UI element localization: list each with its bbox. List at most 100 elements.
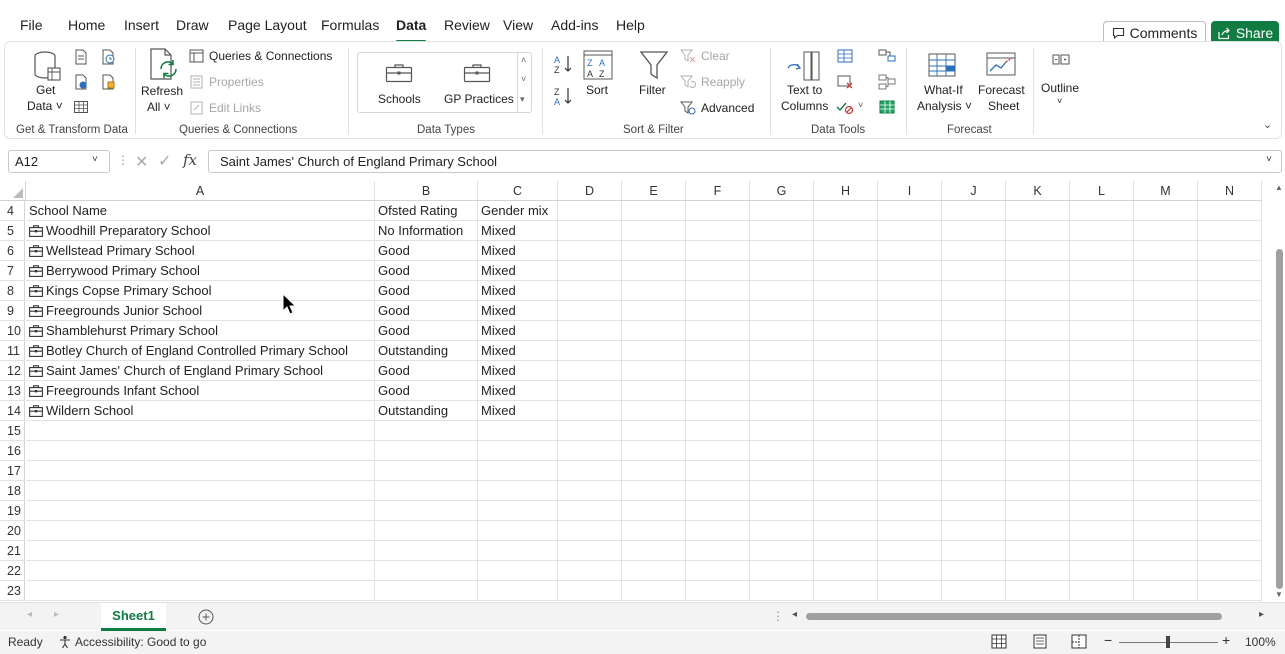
empty-cell[interactable] <box>375 421 478 441</box>
column-header-a[interactable]: A <box>26 181 375 201</box>
empty-cell[interactable] <box>814 401 878 421</box>
empty-cell[interactable] <box>750 281 814 301</box>
remove-duplicates-icon[interactable] <box>836 74 854 90</box>
empty-cell[interactable] <box>878 461 942 481</box>
school-data-type-icon[interactable] <box>29 265 43 277</box>
empty-cell[interactable] <box>686 261 750 281</box>
empty-cell[interactable] <box>1070 201 1134 221</box>
empty-cell[interactable] <box>1134 201 1198 221</box>
empty-cell[interactable] <box>1198 241 1262 261</box>
empty-cell[interactable] <box>1070 301 1134 321</box>
empty-cell[interactable] <box>814 561 878 581</box>
empty-cell[interactable] <box>558 381 622 401</box>
clear-filter-button[interactable]: Clear <box>680 49 730 63</box>
row-header-19[interactable]: 19 <box>0 501 25 521</box>
worksheet-grid[interactable]: ABCDEFGHIJKLMN 4 School Name Ofsted Rating… <box>0 181 1273 601</box>
empty-cell[interactable] <box>686 241 750 261</box>
empty-cell[interactable] <box>942 481 1006 501</box>
empty-cell[interactable] <box>1006 421 1070 441</box>
recent-sources-icon[interactable] <box>100 49 116 65</box>
empty-cell[interactable] <box>1070 321 1134 341</box>
empty-cell[interactable] <box>814 301 878 321</box>
empty-cell[interactable] <box>750 341 814 361</box>
from-text-icon[interactable] <box>73 49 89 65</box>
school-data-type-icon[interactable] <box>29 305 43 317</box>
empty-cell[interactable] <box>750 381 814 401</box>
empty-cell[interactable] <box>1134 501 1198 521</box>
empty-cell[interactable] <box>26 561 375 581</box>
properties-button[interactable]: Properties <box>189 75 264 89</box>
empty-cell[interactable] <box>1006 581 1070 601</box>
empty-cell[interactable] <box>1134 481 1198 501</box>
empty-cell[interactable] <box>1134 301 1198 321</box>
empty-cell[interactable] <box>1006 521 1070 541</box>
empty-cell[interactable] <box>1198 321 1262 341</box>
empty-cell[interactable] <box>1198 561 1262 581</box>
page-layout-view-icon[interactable] <box>1032 634 1048 649</box>
data-model-icon[interactable] <box>878 99 896 115</box>
row-header-4[interactable]: 4 <box>0 201 25 221</box>
empty-cell[interactable] <box>622 221 686 241</box>
empty-cell[interactable] <box>1198 421 1262 441</box>
empty-cell[interactable] <box>878 501 942 521</box>
empty-cell[interactable] <box>814 281 878 301</box>
get-data-button[interactable] <box>32 48 62 87</box>
empty-cell[interactable] <box>26 481 375 501</box>
empty-cell[interactable] <box>814 581 878 601</box>
empty-cell[interactable] <box>558 461 622 481</box>
table-cell-a[interactable]: Saint James' Church of England Primary S… <box>26 361 375 381</box>
empty-cell[interactable] <box>1070 481 1134 501</box>
empty-cell[interactable] <box>942 221 1006 241</box>
reapply-button[interactable]: Reapply <box>680 75 745 89</box>
table-cell-a[interactable]: Freegrounds Infant School <box>26 381 375 401</box>
table-cell-a[interactable]: Woodhill Preparatory School <box>26 221 375 241</box>
empty-cell[interactable] <box>622 461 686 481</box>
school-data-type-icon[interactable] <box>29 285 43 297</box>
data-validation-icon[interactable] <box>836 99 854 115</box>
empty-cell[interactable] <box>1134 541 1198 561</box>
empty-cell[interactable] <box>1070 241 1134 261</box>
consolidate-icon[interactable] <box>878 48 896 64</box>
empty-cell[interactable] <box>1134 561 1198 581</box>
zoom-level[interactable]: 100% <box>1245 635 1276 649</box>
filter-button[interactable]: Filter <box>636 48 672 106</box>
empty-cell[interactable] <box>558 341 622 361</box>
empty-cell[interactable] <box>686 581 750 601</box>
empty-cell[interactable] <box>622 401 686 421</box>
empty-cell[interactable] <box>558 361 622 381</box>
empty-cell[interactable] <box>1006 221 1070 241</box>
schools-data-type-button[interactable]: Schools <box>359 54 439 110</box>
empty-cell[interactable] <box>686 401 750 421</box>
select-all-corner[interactable] <box>0 181 26 201</box>
empty-cell[interactable] <box>814 381 878 401</box>
empty-cell[interactable] <box>1198 481 1262 501</box>
empty-cell[interactable] <box>622 321 686 341</box>
column-header-g[interactable]: G <box>750 181 814 201</box>
column-header-j[interactable]: J <box>942 181 1006 201</box>
tab-split-grip-icon[interactable]: ⋮ <box>772 609 784 623</box>
empty-cell[interactable] <box>814 421 878 441</box>
column-header-d[interactable]: D <box>558 181 622 201</box>
table-cell-b[interactable]: Good <box>375 241 478 261</box>
formula-input[interactable]: Saint James' Church of England Primary S… <box>208 150 1282 173</box>
empty-cell[interactable] <box>686 561 750 581</box>
school-data-type-icon[interactable] <box>29 365 43 377</box>
empty-cell[interactable] <box>622 301 686 321</box>
empty-cell[interactable] <box>478 421 558 441</box>
empty-cell[interactable] <box>750 581 814 601</box>
gallery-down-icon[interactable]: ˅ <box>521 74 526 84</box>
empty-cell[interactable] <box>1070 561 1134 581</box>
empty-cell[interactable] <box>814 441 878 461</box>
empty-cell[interactable] <box>1070 541 1134 561</box>
empty-cell[interactable] <box>26 521 375 541</box>
from-web-icon[interactable] <box>73 74 89 90</box>
empty-cell[interactable] <box>1134 361 1198 381</box>
empty-cell[interactable] <box>750 201 814 221</box>
empty-cell[interactable] <box>942 441 1006 461</box>
header-cell-c[interactable]: Gender mix <box>478 201 558 221</box>
empty-cell[interactable] <box>686 481 750 501</box>
empty-cell[interactable] <box>1006 461 1070 481</box>
forecast-sheet-button[interactable]: Forecast Sheet <box>974 48 1030 113</box>
edit-links-button[interactable]: Edit Links <box>189 101 261 115</box>
empty-cell[interactable] <box>1006 281 1070 301</box>
